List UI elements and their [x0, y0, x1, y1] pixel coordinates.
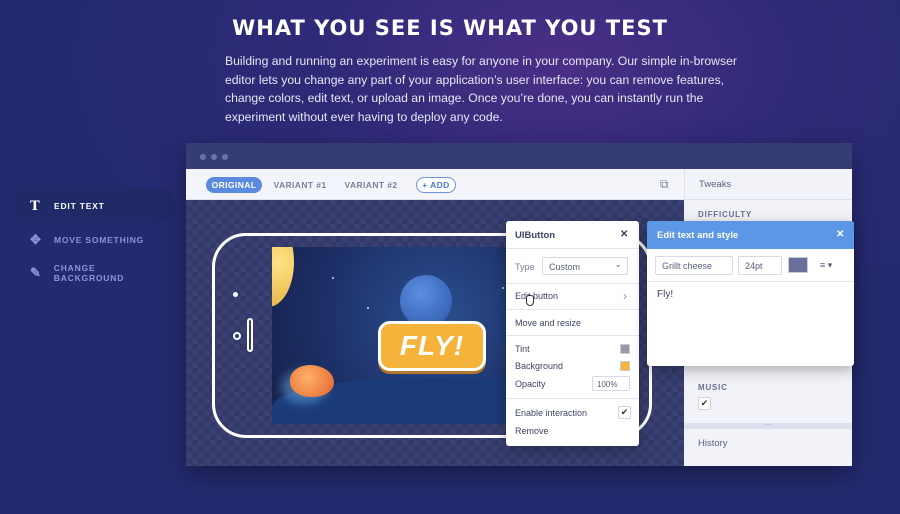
remove-button[interactable]: Remove — [506, 426, 639, 436]
font-value: Grillt cheese — [662, 260, 713, 271]
text-color-swatch[interactable] — [788, 257, 808, 273]
close-icon[interactable]: ✕ — [620, 229, 628, 240]
tab-variant-2[interactable]: VARIANT #2 — [340, 177, 402, 193]
phone-sensor — [233, 332, 241, 340]
sidebar-header: Tweaks — [684, 169, 852, 200]
type-select-value: Custom — [549, 262, 581, 272]
uibutton-panel: UIButton ✕ Type Custom ⌄ Edit button › M… — [506, 221, 639, 446]
side-item-move-something[interactable]: ✥ MOVE SOMETHING — [16, 224, 168, 256]
edit-text-popover: Edit text and style ✕ Grillt cheese 24pt… — [647, 221, 854, 366]
window-titlebar — [186, 143, 852, 169]
tint-swatch[interactable] — [620, 344, 630, 354]
side-item-edit-text[interactable]: T EDIT TEXT — [16, 190, 178, 222]
chevron-right-icon: › — [623, 289, 627, 303]
hero-title: WHAT YOU SEE IS WHAT YOU TEST — [232, 16, 668, 40]
window-dot — [222, 154, 228, 160]
opacity-value: 100% — [597, 380, 618, 389]
add-variant-button[interactable]: + ADD — [416, 177, 456, 193]
move-resize-row[interactable]: Move and resize — [506, 318, 639, 328]
divider — [506, 398, 639, 399]
background-swatch[interactable] — [620, 361, 630, 371]
divider — [506, 283, 639, 284]
history-section[interactable]: History — [684, 428, 852, 466]
planet-image — [272, 247, 294, 307]
fly-button[interactable]: FLY! — [378, 321, 486, 371]
star — [332, 277, 334, 279]
type-select[interactable]: Custom ⌄ — [542, 257, 628, 275]
align-select[interactable]: ≡ ▾ — [816, 256, 846, 275]
tab-original[interactable]: ORIGINAL — [206, 177, 262, 193]
copy-icon[interactable]: ⧉ — [660, 177, 669, 192]
window-dot — [200, 154, 206, 160]
chevron-down-icon: ⌄ — [614, 259, 622, 269]
move-icon: ✥ — [30, 232, 42, 247]
eyedropper-icon: ✎ — [30, 265, 42, 280]
font-select[interactable]: Grillt cheese — [655, 256, 733, 275]
close-icon[interactable]: ✕ — [836, 229, 844, 240]
edit-button-label: Edit button — [515, 291, 559, 301]
divider — [506, 335, 639, 336]
phone-speaker — [247, 318, 253, 352]
side-item-label: MOVE SOMETHING — [54, 235, 145, 245]
phone-camera — [233, 292, 238, 297]
align-icon: ≡ ▾ — [820, 260, 833, 270]
text-input[interactable]: Fly! — [657, 289, 673, 300]
star — [367, 307, 369, 309]
side-item-change-background[interactable]: ✎ CHANGE BACKGROUND — [16, 257, 168, 289]
side-item-label: CHANGE BACKGROUND — [53, 263, 125, 283]
bird-character — [290, 365, 334, 397]
window-dot — [211, 154, 217, 160]
moon-image — [400, 275, 452, 327]
sidebar-title: Tweaks — [699, 179, 732, 190]
divider — [647, 281, 854, 282]
opacity-select[interactable]: 100% — [592, 376, 630, 391]
popover-header: Edit text and style — [647, 221, 854, 249]
font-size-select[interactable]: 24pt — [738, 256, 782, 275]
popover-title: Edit text and style — [657, 230, 739, 241]
text-icon: T — [30, 198, 41, 214]
star — [502, 287, 504, 289]
hero-description: Building and running an experiment is ea… — [225, 54, 737, 124]
music-label: MUSIC — [698, 383, 728, 392]
side-item-label: EDIT TEXT — [54, 201, 105, 211]
history-label: History — [698, 438, 728, 449]
enable-interaction-checkbox[interactable]: ✔ — [618, 406, 631, 419]
tab-variant-1[interactable]: VARIANT #1 — [270, 177, 330, 193]
cursor-hand-icon — [526, 295, 534, 306]
font-size-value: 24pt — [745, 260, 763, 271]
divider — [506, 248, 639, 249]
music-checkbox[interactable]: ✔ — [698, 397, 711, 410]
variant-toolbar: ORIGINAL VARIANT #1 VARIANT #2 + ADD ⧉ — [186, 169, 684, 200]
difficulty-label: DIFFICULTY — [698, 210, 753, 219]
divider — [506, 309, 639, 310]
